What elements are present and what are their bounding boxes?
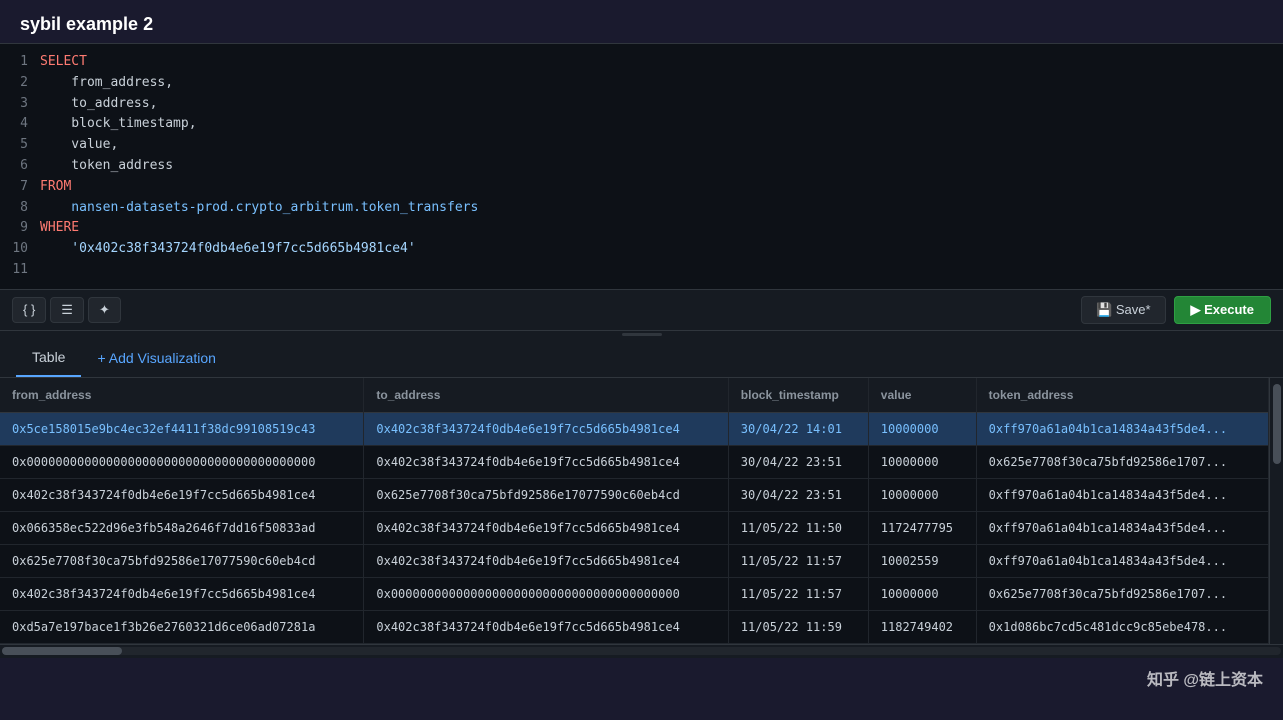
drag-handle[interactable] (0, 331, 1283, 339)
drag-handle-bar (622, 333, 662, 336)
format-other-button[interactable]: ✦ (88, 297, 121, 323)
page-title: sybil example 2 (20, 14, 153, 34)
format-json-button[interactable]: { } (12, 297, 46, 323)
cell-block_timestamp: 11/05/22 11:50 (728, 511, 868, 544)
col-from-address: from_address (0, 378, 364, 413)
cell-to_address: 0x402c38f343724f0db4e6e19f7cc5d665b4981c… (364, 511, 728, 544)
table-row: 0x402c38f343724f0db4e6e19f7cc5d665b4981c… (0, 478, 1269, 511)
cell-from_address: 0xd5a7e197bace1f3b26e2760321d6ce06ad0728… (0, 610, 364, 643)
horizontal-scrollbar[interactable] (0, 644, 1283, 658)
cell-value: 10000000 (868, 478, 976, 511)
cell-to_address: 0x402c38f343724f0db4e6e19f7cc5d665b4981c… (364, 412, 728, 445)
cell-value: 10000000 (868, 412, 976, 445)
cell-value: 1182749402 (868, 610, 976, 643)
code-content: SELECT from_address, to_address, block_t… (40, 52, 1283, 281)
cell-block_timestamp: 30/04/22 23:51 (728, 478, 868, 511)
cell-token_address: 0xff970a61a04b1ca14834a43f5de4... (976, 511, 1268, 544)
code-editor[interactable]: 1 2 3 4 5 6 7 8 9 10 11 SELECT from_addr… (0, 43, 1283, 290)
cell-block_timestamp: 11/05/22 11:57 (728, 544, 868, 577)
cell-block_timestamp: 30/04/22 23:51 (728, 445, 868, 478)
toolbar-right: 💾 Save* ▶ Execute (1081, 296, 1271, 324)
table-row: 0x5ce158015e9bc4ec32ef4411f38dc99108519c… (0, 412, 1269, 445)
cell-to_address: 0x402c38f343724f0db4e6e19f7cc5d665b4981c… (364, 544, 728, 577)
cell-to_address: 0x00000000000000000000000000000000000000… (364, 577, 728, 610)
cell-from_address: 0x5ce158015e9bc4ec32ef4411f38dc99108519c… (0, 412, 364, 445)
cell-token_address: 0x1d086bc7cd5c481dcc9c85ebe478... (976, 610, 1268, 643)
header: sybil example 2 (0, 0, 1283, 43)
table-row: 0x00000000000000000000000000000000000000… (0, 445, 1269, 478)
table-body: 0x5ce158015e9bc4ec32ef4411f38dc99108519c… (0, 412, 1269, 643)
col-block-timestamp: block_timestamp (728, 378, 868, 413)
cell-token_address: 0xff970a61a04b1ca14834a43f5de4... (976, 544, 1268, 577)
execute-button[interactable]: ▶ Execute (1174, 296, 1271, 324)
cell-token_address: 0xff970a61a04b1ca14834a43f5de4... (976, 412, 1268, 445)
cell-to_address: 0x625e7708f30ca75bfd92586e17077590c60eb4… (364, 478, 728, 511)
toolbar-left: { } ☰ ✦ (12, 297, 121, 323)
cell-block_timestamp: 30/04/22 14:01 (728, 412, 868, 445)
scrollbar-thumb[interactable] (2, 647, 122, 655)
cell-to_address: 0x402c38f343724f0db4e6e19f7cc5d665b4981c… (364, 610, 728, 643)
format-table-button[interactable]: ☰ (50, 297, 84, 323)
col-value: value (868, 378, 976, 413)
vertical-scrollbar[interactable] (1269, 378, 1283, 644)
table-header-row: from_address to_address block_timestamp … (0, 378, 1269, 413)
col-to-address: to_address (364, 378, 728, 413)
watermark: 知乎 @链上资本 (1147, 666, 1263, 690)
add-visualization-button[interactable]: + Add Visualization (81, 340, 231, 376)
cell-block_timestamp: 11/05/22 11:59 (728, 610, 868, 643)
cell-value: 1172477795 (868, 511, 976, 544)
table-row: 0x625e7708f30ca75bfd92586e17077590c60eb4… (0, 544, 1269, 577)
cell-from_address: 0x00000000000000000000000000000000000000… (0, 445, 364, 478)
cell-from_address: 0x402c38f343724f0db4e6e19f7cc5d665b4981c… (0, 577, 364, 610)
cell-value: 10000000 (868, 445, 976, 478)
cell-block_timestamp: 11/05/22 11:57 (728, 577, 868, 610)
line-numbers: 1 2 3 4 5 6 7 8 9 10 11 (0, 52, 40, 281)
cell-from_address: 0x066358ec522d96e3fb548a2646f7dd16f50833… (0, 511, 364, 544)
cell-token_address: 0xff970a61a04b1ca14834a43f5de4... (976, 478, 1268, 511)
scrollbar-track (2, 647, 1281, 655)
save-button[interactable]: 💾 Save* (1081, 296, 1166, 324)
cell-value: 10002559 (868, 544, 976, 577)
vertical-scrollbar-thumb[interactable] (1273, 384, 1281, 464)
results-tabs: Table + Add Visualization (0, 339, 1283, 378)
code-block: 1 2 3 4 5 6 7 8 9 10 11 SELECT from_addr… (0, 44, 1283, 289)
toolbar: { } ☰ ✦ 💾 Save* ▶ Execute (0, 290, 1283, 331)
cell-token_address: 0x625e7708f30ca75bfd92586e1707... (976, 577, 1268, 610)
table-row: 0x402c38f343724f0db4e6e19f7cc5d665b4981c… (0, 577, 1269, 610)
results-table: from_address to_address block_timestamp … (0, 378, 1269, 644)
cell-token_address: 0x625e7708f30ca75bfd92586e1707... (976, 445, 1268, 478)
tab-table[interactable]: Table (16, 339, 81, 377)
cell-to_address: 0x402c38f343724f0db4e6e19f7cc5d665b4981c… (364, 445, 728, 478)
col-token-address: token_address (976, 378, 1268, 413)
cell-from_address: 0x402c38f343724f0db4e6e19f7cc5d665b4981c… (0, 478, 364, 511)
table-container[interactable]: from_address to_address block_timestamp … (0, 378, 1269, 644)
cell-from_address: 0x625e7708f30ca75bfd92586e17077590c60eb4… (0, 544, 364, 577)
table-row: 0xd5a7e197bace1f3b26e2760321d6ce06ad0728… (0, 610, 1269, 643)
cell-value: 10000000 (868, 577, 976, 610)
table-row: 0x066358ec522d96e3fb548a2646f7dd16f50833… (0, 511, 1269, 544)
table-wrapper: from_address to_address block_timestamp … (0, 378, 1283, 644)
